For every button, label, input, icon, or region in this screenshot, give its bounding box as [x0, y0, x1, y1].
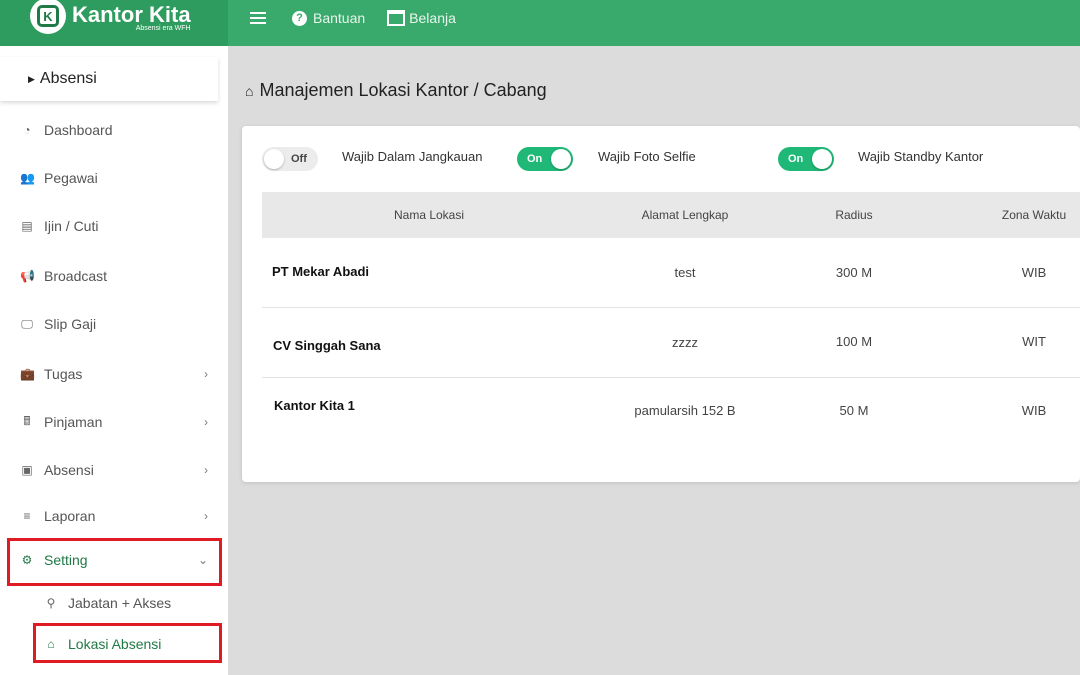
- sidebar-section-label: Absensi: [39, 70, 97, 87]
- megaphone-icon: 📢: [20, 269, 35, 283]
- sidebar-subitem-jabatan-akses[interactable]: ⚲ Jabatan + Akses: [0, 586, 228, 620]
- location-radius: 100 M: [835, 334, 873, 349]
- location-radius: 50 M: [839, 403, 869, 418]
- sidebar-item-broadcast[interactable]: 📢 Broadcast: [0, 259, 228, 293]
- toggle-state-label: Off: [291, 153, 307, 165]
- document-icon: ▤: [21, 219, 33, 233]
- toggle-caption: Wajib Standby Kantor: [858, 149, 984, 164]
- sidebar-section-header[interactable]: ▶ Absensi: [0, 57, 218, 101]
- table-header: Nama Lokasi Alamat Lengkap Radius Zona W…: [262, 192, 1080, 238]
- logo-letter: K: [37, 5, 59, 27]
- toggle-state-label: On: [527, 153, 543, 165]
- toggle-state-label: On: [788, 153, 804, 165]
- sidebar-item-tugas[interactable]: 💼 Tugas ›: [0, 357, 228, 391]
- store-icon: [387, 10, 406, 26]
- briefcase-icon: 💼: [20, 367, 35, 381]
- locations-card: Off Wajib Dalam Jangkauan On Wajib Foto …: [242, 126, 1080, 482]
- location-address: zzzz: [672, 335, 698, 350]
- sidebar-item-pegawai[interactable]: 👥 Pegawai: [0, 161, 228, 195]
- column-header: Radius: [835, 208, 873, 222]
- location-timezone: WIB: [1021, 265, 1047, 280]
- people-icon: 👥: [20, 171, 35, 185]
- sidebar-item-dashboard[interactable]: ◔ Dashboard: [0, 113, 228, 147]
- calculator-icon: 🖩: [23, 413, 31, 428]
- location-name: CV Singgah Sana: [273, 338, 381, 353]
- table-row[interactable]: PT Mekar Abadi test 300 M WIB: [262, 238, 1080, 308]
- column-header: Alamat Lengkap: [641, 208, 729, 222]
- sidebar-item-label: Absensi: [44, 462, 94, 478]
- location-name: PT Mekar Abadi: [272, 264, 370, 279]
- toggle-knob: [264, 149, 284, 169]
- brand-title: Kantor Kita: [72, 1, 191, 27]
- shop-link[interactable]: Belanja: [387, 10, 456, 26]
- page-title-text: Manajemen Lokasi Kantor / Cabang: [259, 80, 547, 100]
- toggle-caption: Wajib Foto Selfie: [598, 149, 696, 164]
- database-icon: ≡: [23, 509, 31, 523]
- column-header: Nama Lokasi: [393, 208, 465, 222]
- location-radius: 300 M: [835, 265, 873, 280]
- sidebar-item-label: Ijin / Cuti: [44, 218, 99, 234]
- chevron-right-icon: ›: [204, 367, 208, 381]
- sidebar-subitem-label: Jabatan + Akses: [68, 595, 172, 611]
- toggle-caption: Wajib Dalam Jangkauan: [342, 149, 483, 164]
- top-bar: ? Bantuan Belanja: [228, 0, 1080, 46]
- brand-bar: K Kantor Kita Absensi era WFH: [0, 0, 228, 46]
- sidebar: K Kantor Kita Absensi era WFH ▶ Absensi …: [0, 0, 228, 675]
- toggle-knob: [812, 149, 832, 169]
- sidebar-item-laporan[interactable]: ≡ Laporan ›: [0, 499, 228, 533]
- location-address: pamularsih 152 B: [634, 403, 736, 418]
- monitor-icon: 🖵: [21, 316, 33, 331]
- shop-label: Belanja: [409, 10, 456, 26]
- sidebar-item-label: Pinjaman: [44, 414, 103, 430]
- location-address: test: [674, 265, 696, 280]
- sidebar-item-label: Dashboard: [44, 122, 113, 138]
- chevron-right-icon: ›: [204, 509, 208, 523]
- table-row[interactable]: Kantor Kita 1 pamularsih 152 B 50 M WIB: [262, 378, 1080, 448]
- id-card-icon: ▣: [21, 463, 33, 477]
- toggle-foto-selfie[interactable]: On: [517, 147, 573, 171]
- chevron-right-icon: ›: [204, 415, 208, 429]
- location-timezone: WIT: [1022, 334, 1046, 349]
- sidebar-item-ijin-cuti[interactable]: ▤ Ijin / Cuti: [0, 209, 228, 243]
- org-chart-icon: ⚲: [46, 596, 56, 610]
- sidebar-item-label: Tugas: [44, 366, 83, 382]
- table-row[interactable]: CV Singgah Sana zzzz 100 M WIT: [262, 308, 1080, 378]
- sidebar-item-absensi[interactable]: ▣ Absensi ›: [0, 453, 228, 487]
- help-icon: ?: [292, 10, 307, 26]
- help-link[interactable]: ? Bantuan: [292, 10, 365, 26]
- toggle-jangkauan[interactable]: Off: [262, 147, 318, 171]
- sidebar-item-label: Slip Gaji: [44, 316, 97, 332]
- sidebar-item-label: Broadcast: [44, 268, 108, 284]
- highlight-setting: [7, 538, 222, 586]
- brand-text: Kantor Kita Absensi era WFH: [72, 1, 191, 32]
- chevron-right-icon: ›: [204, 463, 208, 477]
- gauge-icon: ◔: [23, 123, 31, 137]
- hamburger-menu-icon[interactable]: [250, 9, 266, 27]
- sidebar-item-label: Pegawai: [44, 170, 98, 186]
- caret-right-icon: ▶: [28, 73, 35, 84]
- sidebar-item-label: Laporan: [44, 508, 96, 524]
- sidebar-item-slip-gaji[interactable]: 🖵 Slip Gaji: [0, 307, 228, 341]
- page-title: ⌂ Manajemen Lokasi Kantor / Cabang: [245, 80, 547, 101]
- toggle-standby-kantor[interactable]: On: [778, 147, 834, 171]
- sidebar-item-pinjaman[interactable]: 🖩 Pinjaman ›: [0, 405, 228, 439]
- home-icon: ⌂: [245, 82, 254, 99]
- location-name: Kantor Kita 1: [274, 398, 355, 413]
- help-label: Bantuan: [313, 10, 366, 26]
- logo-icon: K: [30, 0, 66, 34]
- location-timezone: WIB: [1021, 403, 1047, 418]
- highlight-lokasi-absensi: [33, 623, 222, 663]
- column-header: Zona Waktu: [1001, 208, 1067, 222]
- toggle-knob: [551, 149, 571, 169]
